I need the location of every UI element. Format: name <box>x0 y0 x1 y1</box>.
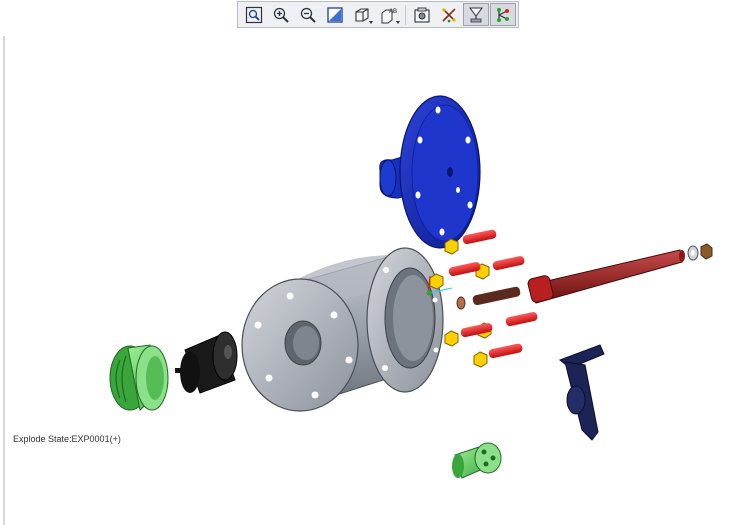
exploded-assembly-model[interactable] <box>6 30 755 525</box>
view-manager-button[interactable] <box>409 3 435 26</box>
display-style-button[interactable] <box>349 3 375 26</box>
spin-center-icon <box>497 7 509 22</box>
zoom-out-icon <box>300 7 316 23</box>
dropdown-arrow-icon <box>369 21 373 24</box>
graphics-toolbar: AB <box>237 1 519 28</box>
brown-pin[interactable] <box>456 286 521 310</box>
datum-display-button[interactable] <box>463 3 489 26</box>
viewport-left-border <box>3 36 5 525</box>
zoom-fit-button[interactable] <box>241 3 267 26</box>
zoom-fit-icon <box>245 6 263 23</box>
named-views-button[interactable]: AB <box>376 3 402 26</box>
svg-text:AB: AB <box>389 9 397 15</box>
dropdown-arrow-icon <box>396 21 400 24</box>
zoom-out-button[interactable] <box>295 3 321 26</box>
repaint-button[interactable] <box>322 3 348 26</box>
explode-view-button[interactable] <box>436 3 462 26</box>
graphics-viewport[interactable] <box>6 30 755 525</box>
black-coupling[interactable] <box>175 331 238 394</box>
toolbar-separator <box>405 4 406 25</box>
spin-center-button[interactable] <box>490 3 516 26</box>
view-manager-icon <box>414 7 430 23</box>
blue-flange-cap[interactable] <box>379 95 481 249</box>
explode-state-label: Explode State:EXP0001(+) <box>13 434 121 444</box>
explode-view-icon <box>442 7 456 22</box>
green-bushing[interactable] <box>109 344 169 411</box>
green-fitting[interactable] <box>452 442 502 479</box>
red-shaft[interactable] <box>527 249 685 304</box>
end-washer-nut[interactable] <box>687 243 713 261</box>
datum-display-icon <box>469 7 483 22</box>
zoom-in-icon <box>273 7 289 23</box>
zoom-in-button[interactable] <box>268 3 294 26</box>
repaint-icon <box>327 6 343 23</box>
navy-handle[interactable] <box>559 344 605 441</box>
valve-body[interactable] <box>241 247 444 412</box>
